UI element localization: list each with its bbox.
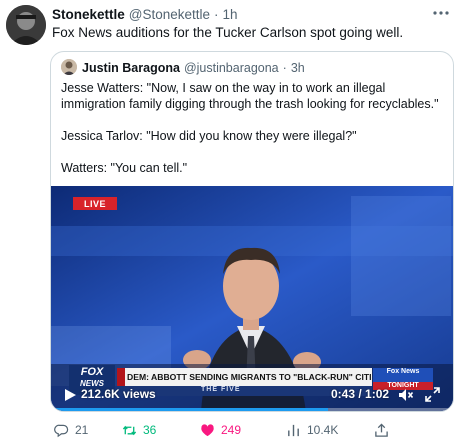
reply-icon	[54, 424, 69, 437]
tweet-header: Stonekettle @Stonekettle · 1h	[52, 5, 238, 23]
separator: ·	[214, 6, 219, 22]
views-button[interactable]: 10.4K	[286, 423, 338, 438]
share-button[interactable]	[374, 422, 389, 438]
bar-chart-icon	[288, 424, 299, 436]
views-count: 10.4K	[307, 423, 339, 437]
play-icon[interactable]	[63, 388, 77, 402]
retweet-icon	[122, 425, 137, 435]
tweet[interactable]: Stonekettle @Stonekettle · 1h Fox News a…	[0, 0, 461, 439]
quote-line: Jesse Watters: "Now, I saw on the way in…	[61, 81, 439, 111]
share-icon	[375, 422, 388, 437]
quote-line: Jessica Tarlov: "How did you know they w…	[61, 129, 357, 143]
chyron-text: DEM: ABBOTT SENDING MIGRANTS TO "BLACK-R…	[127, 372, 371, 382]
show-name: THE FIVE	[201, 386, 241, 393]
author-handle[interactable]: @Stonekettle	[129, 7, 210, 22]
reply-button[interactable]: 21	[54, 423, 88, 438]
fullscreen-icon[interactable]	[425, 387, 440, 402]
corner-badge-top: Fox News	[386, 368, 420, 375]
video-timecode: 0:43 / 1:02	[331, 387, 390, 401]
heart-icon	[201, 423, 214, 436]
like-count: 249	[221, 423, 242, 437]
network-logo-top: FOX	[80, 366, 104, 378]
video-progress-fill	[51, 408, 329, 411]
live-badge: LIVE	[83, 198, 106, 209]
network-logo: FOX NEWS	[69, 367, 115, 389]
video-views: 212.6K views	[81, 387, 156, 401]
quoted-tweet[interactable]: Justin Baragona @justinbaragona · 3h Jes…	[50, 51, 454, 412]
author-name[interactable]: Stonekettle	[52, 7, 125, 22]
quote-header: Justin Baragona @justinbaragona · 3h	[82, 59, 305, 76]
tweet-text: Fox News auditions for the Tucker Carlso…	[52, 25, 404, 40]
like-button[interactable]: 249	[200, 423, 241, 438]
tweet-actions: 21 36 249 10.4K	[54, 421, 454, 439]
retweet-button[interactable]: 36	[122, 423, 156, 438]
video-player[interactable]: LIVE FOX NEWS DEM: ABBOTT SENDING MIGRAN…	[51, 186, 453, 411]
retweet-count: 36	[143, 423, 157, 437]
avatar[interactable]	[6, 5, 46, 45]
more-horizontal-icon[interactable]	[431, 4, 451, 22]
quote-separator: ·	[282, 60, 287, 75]
reply-count: 21	[75, 423, 89, 437]
quote-avatar[interactable]	[61, 59, 77, 75]
quote-text: Jesse Watters: "Now, I saw on the way in…	[61, 80, 449, 176]
quote-author-handle[interactable]: @justinbaragona	[184, 61, 279, 75]
quote-author-name[interactable]: Justin Baragona	[82, 61, 180, 75]
quote-timestamp[interactable]: 3h	[291, 61, 305, 75]
timestamp[interactable]: 1h	[223, 7, 238, 22]
video-progress-bar[interactable]	[51, 408, 453, 411]
quote-line: Watters: "You can tell."	[61, 161, 188, 175]
mute-icon[interactable]	[398, 387, 414, 403]
